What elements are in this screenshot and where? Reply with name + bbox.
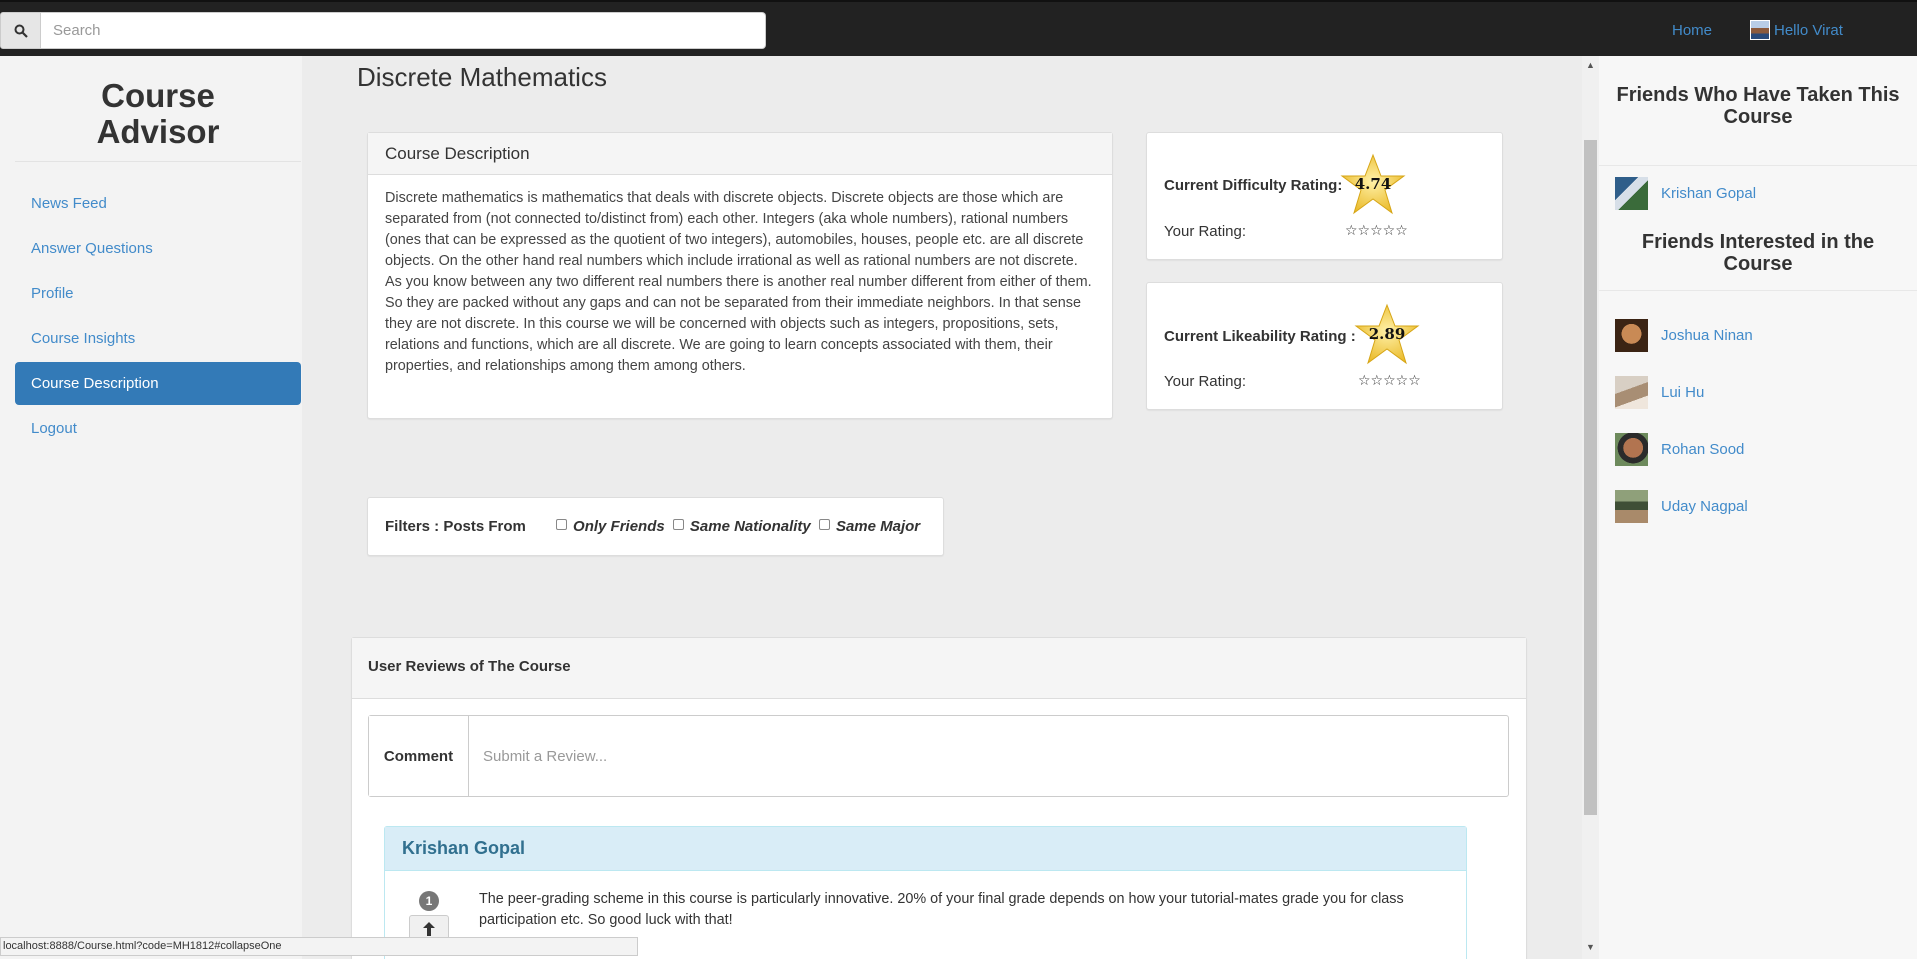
search-icon [14,24,28,38]
friend-item: Rohan Sood [1599,421,1917,478]
avatar [1615,376,1648,409]
avatar [1615,433,1648,466]
friends-interested-heading: Friends Interested in the Course [1599,231,1917,291]
friend-name-link[interactable]: Uday Nagpal [1661,498,1748,515]
sidebar-item-logout[interactable]: Logout [15,407,301,450]
browser-status-bar: localhost:8888/Course.html?code=MH1812#c… [0,937,638,956]
likeability-rating-value: 2.89 [1368,325,1406,343]
friends-taken-list: Krishan Gopal [1599,156,1917,231]
sidebar-item-news-feed[interactable]: News Feed [15,182,301,225]
likeability-rating-stars-input[interactable]: ☆☆☆☆☆ [1358,372,1421,389]
comment-form: Comment [368,715,1509,797]
page-title: Discrete Mathematics [357,62,607,92]
right-sidebar: Friends Who Have Taken This Course Krish… [1599,56,1917,959]
friends-taken-heading: Friends Who Have Taken This Course [1599,56,1917,166]
friend-item: Lui Hu [1599,364,1917,421]
search-bar [0,12,766,49]
main-content: Discrete Mathematics Course Description … [302,56,1582,959]
filter-same-major-label[interactable]: Same Major [836,518,920,535]
filters-label: Filters : Posts From [385,518,526,535]
likeability-your-rating-label: Your Rating: [1164,373,1247,390]
friend-name-link[interactable]: Rohan Sood [1661,441,1744,458]
main-scrollbar[interactable]: ▲ ▼ [1582,56,1599,959]
avatar [1615,319,1648,352]
user-greeting: Hello Virat [1774,21,1843,39]
user-reviews-heading: User Reviews of The Course [352,638,1526,699]
user-reviews-panel: User Reviews of The Course Comment Krish… [351,637,1527,959]
friends-interested-list: Joshua Ninan Lui Hu Rohan Sood Uday Nagp… [1599,291,1917,535]
scroll-thumb[interactable] [1584,140,1597,815]
course-description-text: Discrete mathematics is mathematics that… [385,190,1092,374]
arrow-up-icon [423,921,435,936]
user-avatar [1750,20,1770,40]
review-votes: 1 [409,891,449,943]
filter-only-friends-label[interactable]: Only Friends [573,518,665,535]
filters-panel: Filters : Posts From Only Friends Same N… [367,497,944,556]
review-text: The peer-grading scheme in this course i… [479,891,1404,928]
avatar [1615,490,1648,523]
sidebar-item-answer-questions[interactable]: Answer Questions [15,227,301,270]
difficulty-your-rating-label: Your Rating: [1164,223,1247,240]
brand-title: Course Advisor [15,56,301,162]
vote-count-badge: 1 [419,891,439,911]
friend-item: Uday Nagpal [1599,478,1917,535]
difficulty-rating-value: 4.74 [1354,175,1392,193]
search-input[interactable] [41,12,766,49]
top-navbar: Home Hello Virat [0,0,1917,56]
likeability-rating-panel: Current Likeability Rating : 2.89 Your R… [1146,282,1503,410]
sidebar-item-course-insights[interactable]: Course Insights [15,317,301,360]
difficulty-star-badge: 4.74 [1340,153,1406,215]
nav-user-link[interactable]: Hello Virat [1750,20,1843,40]
scroll-up-arrow-icon[interactable]: ▲ [1582,60,1599,70]
friend-name-link[interactable]: Lui Hu [1661,384,1704,401]
scroll-down-arrow-icon[interactable]: ▼ [1582,942,1599,952]
likeability-rating-label: Current Likeability Rating : [1164,328,1356,345]
filter-same-nationality-checkbox[interactable] [672,519,684,530]
likeability-star-badge: 2.89 [1354,303,1420,365]
review-input[interactable] [469,716,1508,796]
sidebar-nav: News Feed Answer Questions Profile Cours… [15,182,301,450]
left-sidebar: Course Advisor News Feed Answer Question… [0,56,302,959]
friend-item: Krishan Gopal [1599,156,1917,231]
filter-same-major-checkbox[interactable] [818,519,830,530]
review-author[interactable]: Krishan Gopal [385,827,1466,871]
difficulty-rating-stars-input[interactable]: ☆☆☆☆☆ [1345,222,1408,239]
friend-item: Joshua Ninan [1599,307,1917,364]
filter-same-nationality-label[interactable]: Same Nationality [690,518,811,535]
nav-home-link[interactable]: Home [1672,22,1712,39]
sidebar-item-course-description[interactable]: Course Description [15,362,301,405]
difficulty-rating-label: Current Difficulty Rating: [1164,177,1343,194]
friend-name-link[interactable]: Joshua Ninan [1661,327,1753,344]
comment-label: Comment [369,716,469,796]
search-button[interactable] [0,12,41,49]
sidebar-item-profile[interactable]: Profile [15,272,301,315]
friend-name-link[interactable]: Krishan Gopal [1661,185,1756,202]
course-description-heading: Course Description [368,133,1112,175]
difficulty-rating-panel: Current Difficulty Rating: 4.74 Your Rat… [1146,132,1503,260]
course-description-panel: Course Description Discrete mathematics … [367,132,1113,419]
brand-text: Course Advisor [96,77,220,150]
avatar [1615,177,1648,210]
filter-only-friends-checkbox[interactable] [556,519,568,530]
